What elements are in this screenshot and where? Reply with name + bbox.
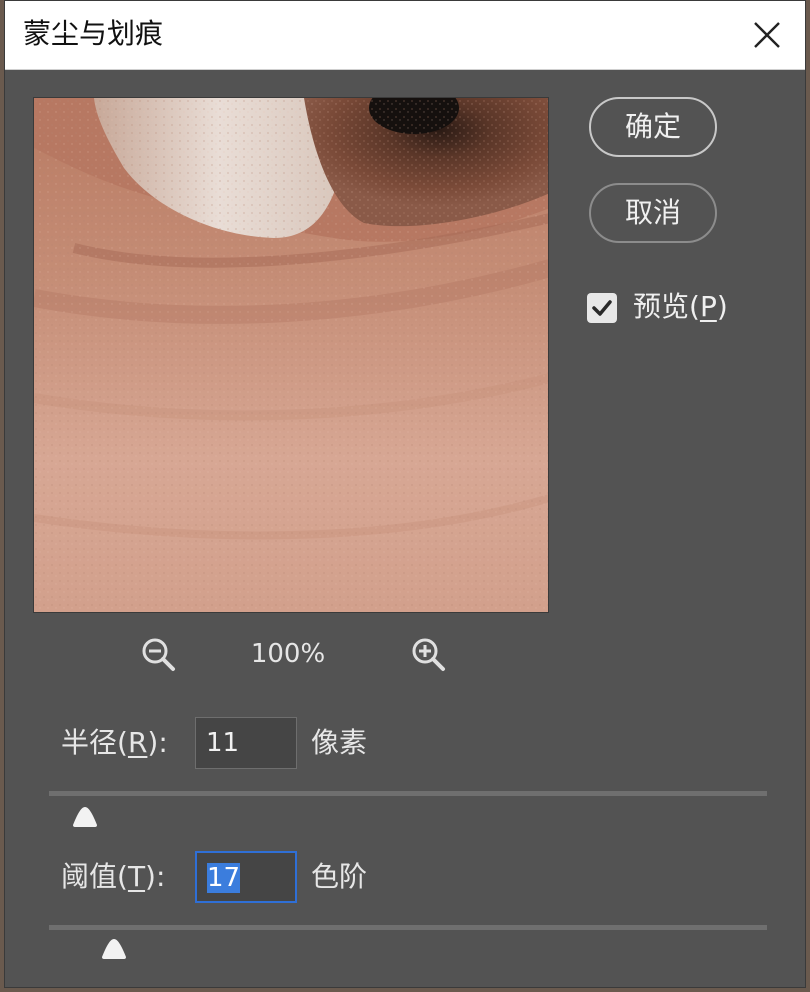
zoom-level: 100%	[250, 639, 326, 669]
threshold-input[interactable]: 17	[195, 851, 297, 903]
skin-preview-photo	[34, 98, 548, 612]
zoom-in-button[interactable]	[409, 635, 449, 675]
slider-thumb-icon	[101, 939, 126, 959]
radius-unit: 像素	[311, 726, 368, 759]
cancel-button[interactable]: 取消	[589, 183, 717, 243]
preview-label-prefix: 预览(	[633, 290, 700, 323]
radius-input[interactable]: 11	[195, 717, 297, 769]
radius-label-prefix: 半径(	[61, 726, 128, 759]
threshold-unit: 色阶	[311, 860, 368, 893]
threshold-label-key: T	[127, 860, 146, 893]
zoom-in-icon	[412, 638, 445, 671]
close-button[interactable]	[745, 13, 789, 57]
preview-checkbox[interactable]	[587, 293, 617, 323]
preview-label-suffix: )	[716, 290, 728, 323]
radius-label: 半径(R):	[61, 723, 168, 763]
threshold-label: 阈值(T):	[61, 857, 165, 897]
slider-thumb-icon	[72, 807, 97, 827]
ok-button[interactable]: 确定	[589, 97, 717, 157]
dialog-title: 蒙尘与划痕	[23, 17, 164, 50]
zoom-controls: 100%	[5, 631, 585, 677]
threshold-value-selection: 17	[207, 863, 241, 893]
radius-slider-track[interactable]	[49, 791, 767, 796]
checkmark-icon	[592, 300, 612, 316]
preview-label-key: P	[699, 290, 717, 323]
threshold-slider-thumb[interactable]	[100, 937, 128, 961]
preview-label: 预览(P)	[633, 287, 728, 327]
filter-preview-image[interactable]	[33, 97, 549, 613]
threshold-label-prefix: 阈值(	[61, 860, 128, 893]
dust-and-scratches-dialog: 蒙尘与划痕 100% 确定 取消 预览(P) 半径(R): 11 像素 阈值(T…	[4, 0, 806, 988]
radius-label-suffix: ):	[147, 726, 168, 759]
zoom-out-icon	[142, 638, 175, 671]
title-bar: 蒙尘与划痕	[5, 1, 805, 70]
close-icon	[754, 22, 780, 48]
zoom-out-button[interactable]	[139, 635, 179, 675]
threshold-label-suffix: ):	[145, 860, 166, 893]
threshold-slider-track[interactable]	[49, 925, 767, 930]
radius-slider-thumb[interactable]	[71, 805, 99, 829]
radius-label-key: R	[127, 726, 148, 759]
